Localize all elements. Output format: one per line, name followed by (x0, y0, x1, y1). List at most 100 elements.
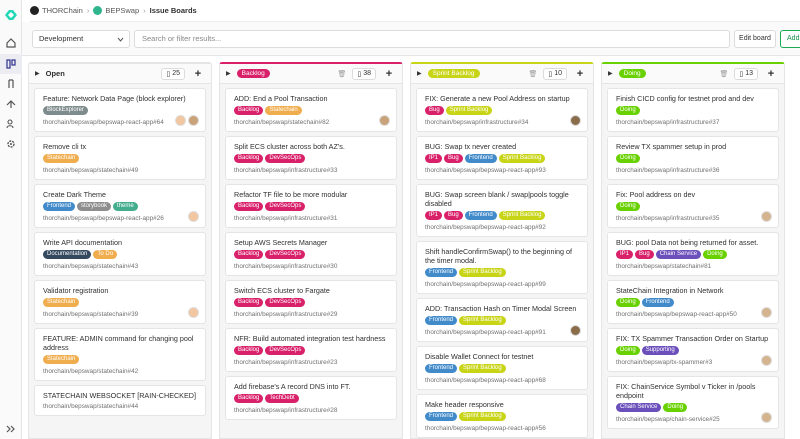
issue-label[interactable]: DevSecOps (265, 250, 306, 259)
issue-card[interactable]: NFR: Build automated integration test ha… (225, 328, 397, 372)
issue-title[interactable]: Add firebase's A record DNS into FT. (234, 382, 390, 391)
issue-title[interactable]: Review TX spammer setup in prod (616, 142, 772, 151)
edit-board-button[interactable]: Edit board (734, 30, 776, 48)
issue-label[interactable]: IP1 (425, 154, 443, 163)
issue-card[interactable]: Make header responsive Frontend Sprint Bac… (416, 394, 588, 438)
issue-label[interactable]: storybook (77, 202, 112, 211)
issue-card[interactable]: Create Dark Theme Frontend storybook theme t… (34, 184, 206, 228)
issue-label[interactable]: Doing (616, 154, 640, 163)
issue-label[interactable]: Documentation (43, 250, 92, 259)
issue-card[interactable]: Disable Wallet Connect for testnet Fronte… (416, 346, 588, 390)
issue-card[interactable]: Add firebase's A record DNS into FT. Back… (225, 376, 397, 420)
issue-label[interactable]: Supporting (641, 346, 679, 355)
issue-card[interactable]: Switch ECS cluster to Fargate Backlog DevS… (225, 280, 397, 324)
issue-label[interactable]: Backlog (234, 106, 264, 115)
issue-label[interactable]: To Do (93, 250, 118, 259)
issue-label[interactable]: Frontend (464, 211, 497, 220)
issue-label[interactable]: Frontend (464, 154, 497, 163)
issue-title[interactable]: Finish CICD config for testnet prod and … (616, 94, 772, 103)
add-issue-button[interactable]: + (764, 68, 778, 80)
issue-label[interactable]: IP1 (616, 250, 634, 259)
assignee-avatar[interactable] (761, 211, 772, 222)
issue-card[interactable]: Remove cli tx Statechain thorchain/bepswap… (34, 136, 206, 180)
breadcrumb-subgroup[interactable]: BEPSwap (105, 6, 139, 15)
deploy-icon[interactable] (4, 97, 18, 111)
caret-right-icon[interactable]: ▶ (226, 70, 231, 77)
issue-label[interactable]: Sprint Backlog (498, 154, 546, 163)
add-issue-button[interactable]: + (191, 68, 205, 80)
issue-title[interactable]: BUG: Swap screen blank / swap|pools togg… (425, 190, 581, 208)
issue-label[interactable]: Sprint Backlog (445, 106, 493, 115)
assignee-avatar[interactable] (188, 307, 199, 318)
issue-label[interactable]: Doing (616, 298, 640, 307)
members-icon[interactable] (4, 117, 18, 131)
issue-label[interactable]: Chain Service (616, 403, 662, 412)
issue-boards-icon[interactable] (0, 54, 22, 74)
issue-label[interactable]: Chain Service (655, 250, 702, 259)
expand-sidebar-icon[interactable] (4, 422, 18, 436)
add-list-button[interactable]: Add list (780, 30, 800, 48)
breadcrumb-current[interactable]: Issue Boards (150, 6, 197, 15)
assignee-avatar[interactable] (188, 211, 199, 222)
logo-icon[interactable] (3, 8, 19, 20)
issue-label[interactable]: Statechain (43, 154, 80, 163)
issue-title[interactable]: Disable Wallet Connect for testnet (425, 352, 581, 361)
issue-title[interactable]: Make header responsive (425, 400, 581, 409)
issue-card[interactable]: Shift handleConfirmSwap() to the beginni… (416, 241, 588, 294)
issue-label[interactable]: Bug (444, 154, 463, 163)
issue-card[interactable]: Setup AWS Secrets Manager Backlog DevSecOp… (225, 232, 397, 276)
issue-label[interactable]: Doing (616, 106, 640, 115)
issue-label[interactable]: Frontend (425, 316, 458, 325)
home-icon[interactable] (4, 36, 18, 50)
issue-card[interactable]: Fix: Pool address on dev Doing thorchain/b… (607, 184, 779, 228)
issue-label[interactable]: Bug (444, 211, 463, 220)
assignee-avatar[interactable] (570, 115, 581, 126)
issue-label[interactable]: Backlog (234, 154, 264, 163)
issue-title[interactable]: Shift handleConfirmSwap() to the beginni… (425, 247, 581, 265)
issue-label[interactable]: Frontend (641, 298, 674, 307)
issue-title[interactable]: Refactor TF file to be more modular (234, 190, 390, 199)
issue-card[interactable]: STATECHAIN WEBSOCKET [RAIN-CHECKED] thorc… (34, 385, 206, 416)
issue-label[interactable]: DevSecOps (265, 202, 306, 211)
caret-right-icon[interactable]: ▶ (35, 70, 40, 77)
issue-label[interactable]: Statechain (43, 355, 80, 364)
issue-label[interactable]: Statechain (43, 298, 80, 307)
issue-label[interactable]: Backlog (234, 202, 264, 211)
issue-card[interactable]: Feature: Network Data Page (block explor… (34, 88, 206, 132)
issue-label[interactable]: Backlog (234, 346, 264, 355)
issue-card[interactable]: FIX: ChainService Symbol v Ticker in /po… (607, 376, 779, 429)
issue-label[interactable]: Backlog (234, 298, 264, 307)
issue-title[interactable]: BUG: pool Data not being returned for as… (616, 238, 772, 247)
issue-title[interactable]: FIX: Generate a new Pool Address on star… (425, 94, 581, 103)
issue-card[interactable]: Write API documentation Documentation To D… (34, 232, 206, 276)
issue-card[interactable]: Finish CICD config for testnet prod and … (607, 88, 779, 132)
issue-card[interactable]: BUG: Swap screen blank / swap|pools togg… (416, 184, 588, 237)
issue-title[interactable]: STATECHAIN WEBSOCKET [RAIN-CHECKED] (43, 391, 199, 400)
issue-card[interactable]: StateChain Integration in Network Doing Fr… (607, 280, 779, 324)
issue-label[interactable]: Sprint Backlog (498, 211, 546, 220)
merge-requests-icon[interactable] (4, 77, 18, 91)
caret-right-icon[interactable]: ▶ (608, 70, 613, 77)
issue-label[interactable]: Doing (616, 202, 640, 211)
issue-card[interactable]: Validator registration Statechain thorchai… (34, 280, 206, 324)
issue-title[interactable]: Validator registration (43, 286, 199, 295)
issue-label[interactable]: Sprint Backlog (459, 268, 506, 277)
issue-card[interactable]: BUG: pool Data not being returned for as… (607, 232, 779, 276)
assignee-avatar[interactable] (761, 355, 772, 366)
issue-card[interactable]: FEATURE: ADMIN command for changing pool… (34, 328, 206, 381)
issue-card[interactable]: ADD: Transaction Hash on Timer Modal Scr… (416, 298, 588, 342)
issue-label[interactable]: Bug (425, 106, 444, 115)
issue-title[interactable]: Setup AWS Secrets Manager (234, 238, 390, 247)
issue-card[interactable]: Split ECS cluster across both AZ's. Backl… (225, 136, 397, 180)
assignee-avatar[interactable] (761, 412, 772, 423)
issue-label[interactable]: Bug (635, 250, 654, 259)
issue-label[interactable]: DevSecOps (265, 154, 306, 163)
issue-title[interactable]: ADD: End a Pool Transaction (234, 94, 390, 103)
issue-label[interactable]: Sprint Backlog (459, 316, 506, 325)
issue-title[interactable]: Remove cli tx (43, 142, 199, 151)
issue-title[interactable]: BUG: Swap tx never created (425, 142, 581, 151)
issue-label[interactable]: Backlog (234, 394, 264, 403)
issue-title[interactable]: Write API documentation (43, 238, 199, 247)
issue-title[interactable]: Fix: Pool address on dev (616, 190, 772, 199)
issue-card[interactable]: ADD: End a Pool Transaction Backlog Statec… (225, 88, 397, 132)
